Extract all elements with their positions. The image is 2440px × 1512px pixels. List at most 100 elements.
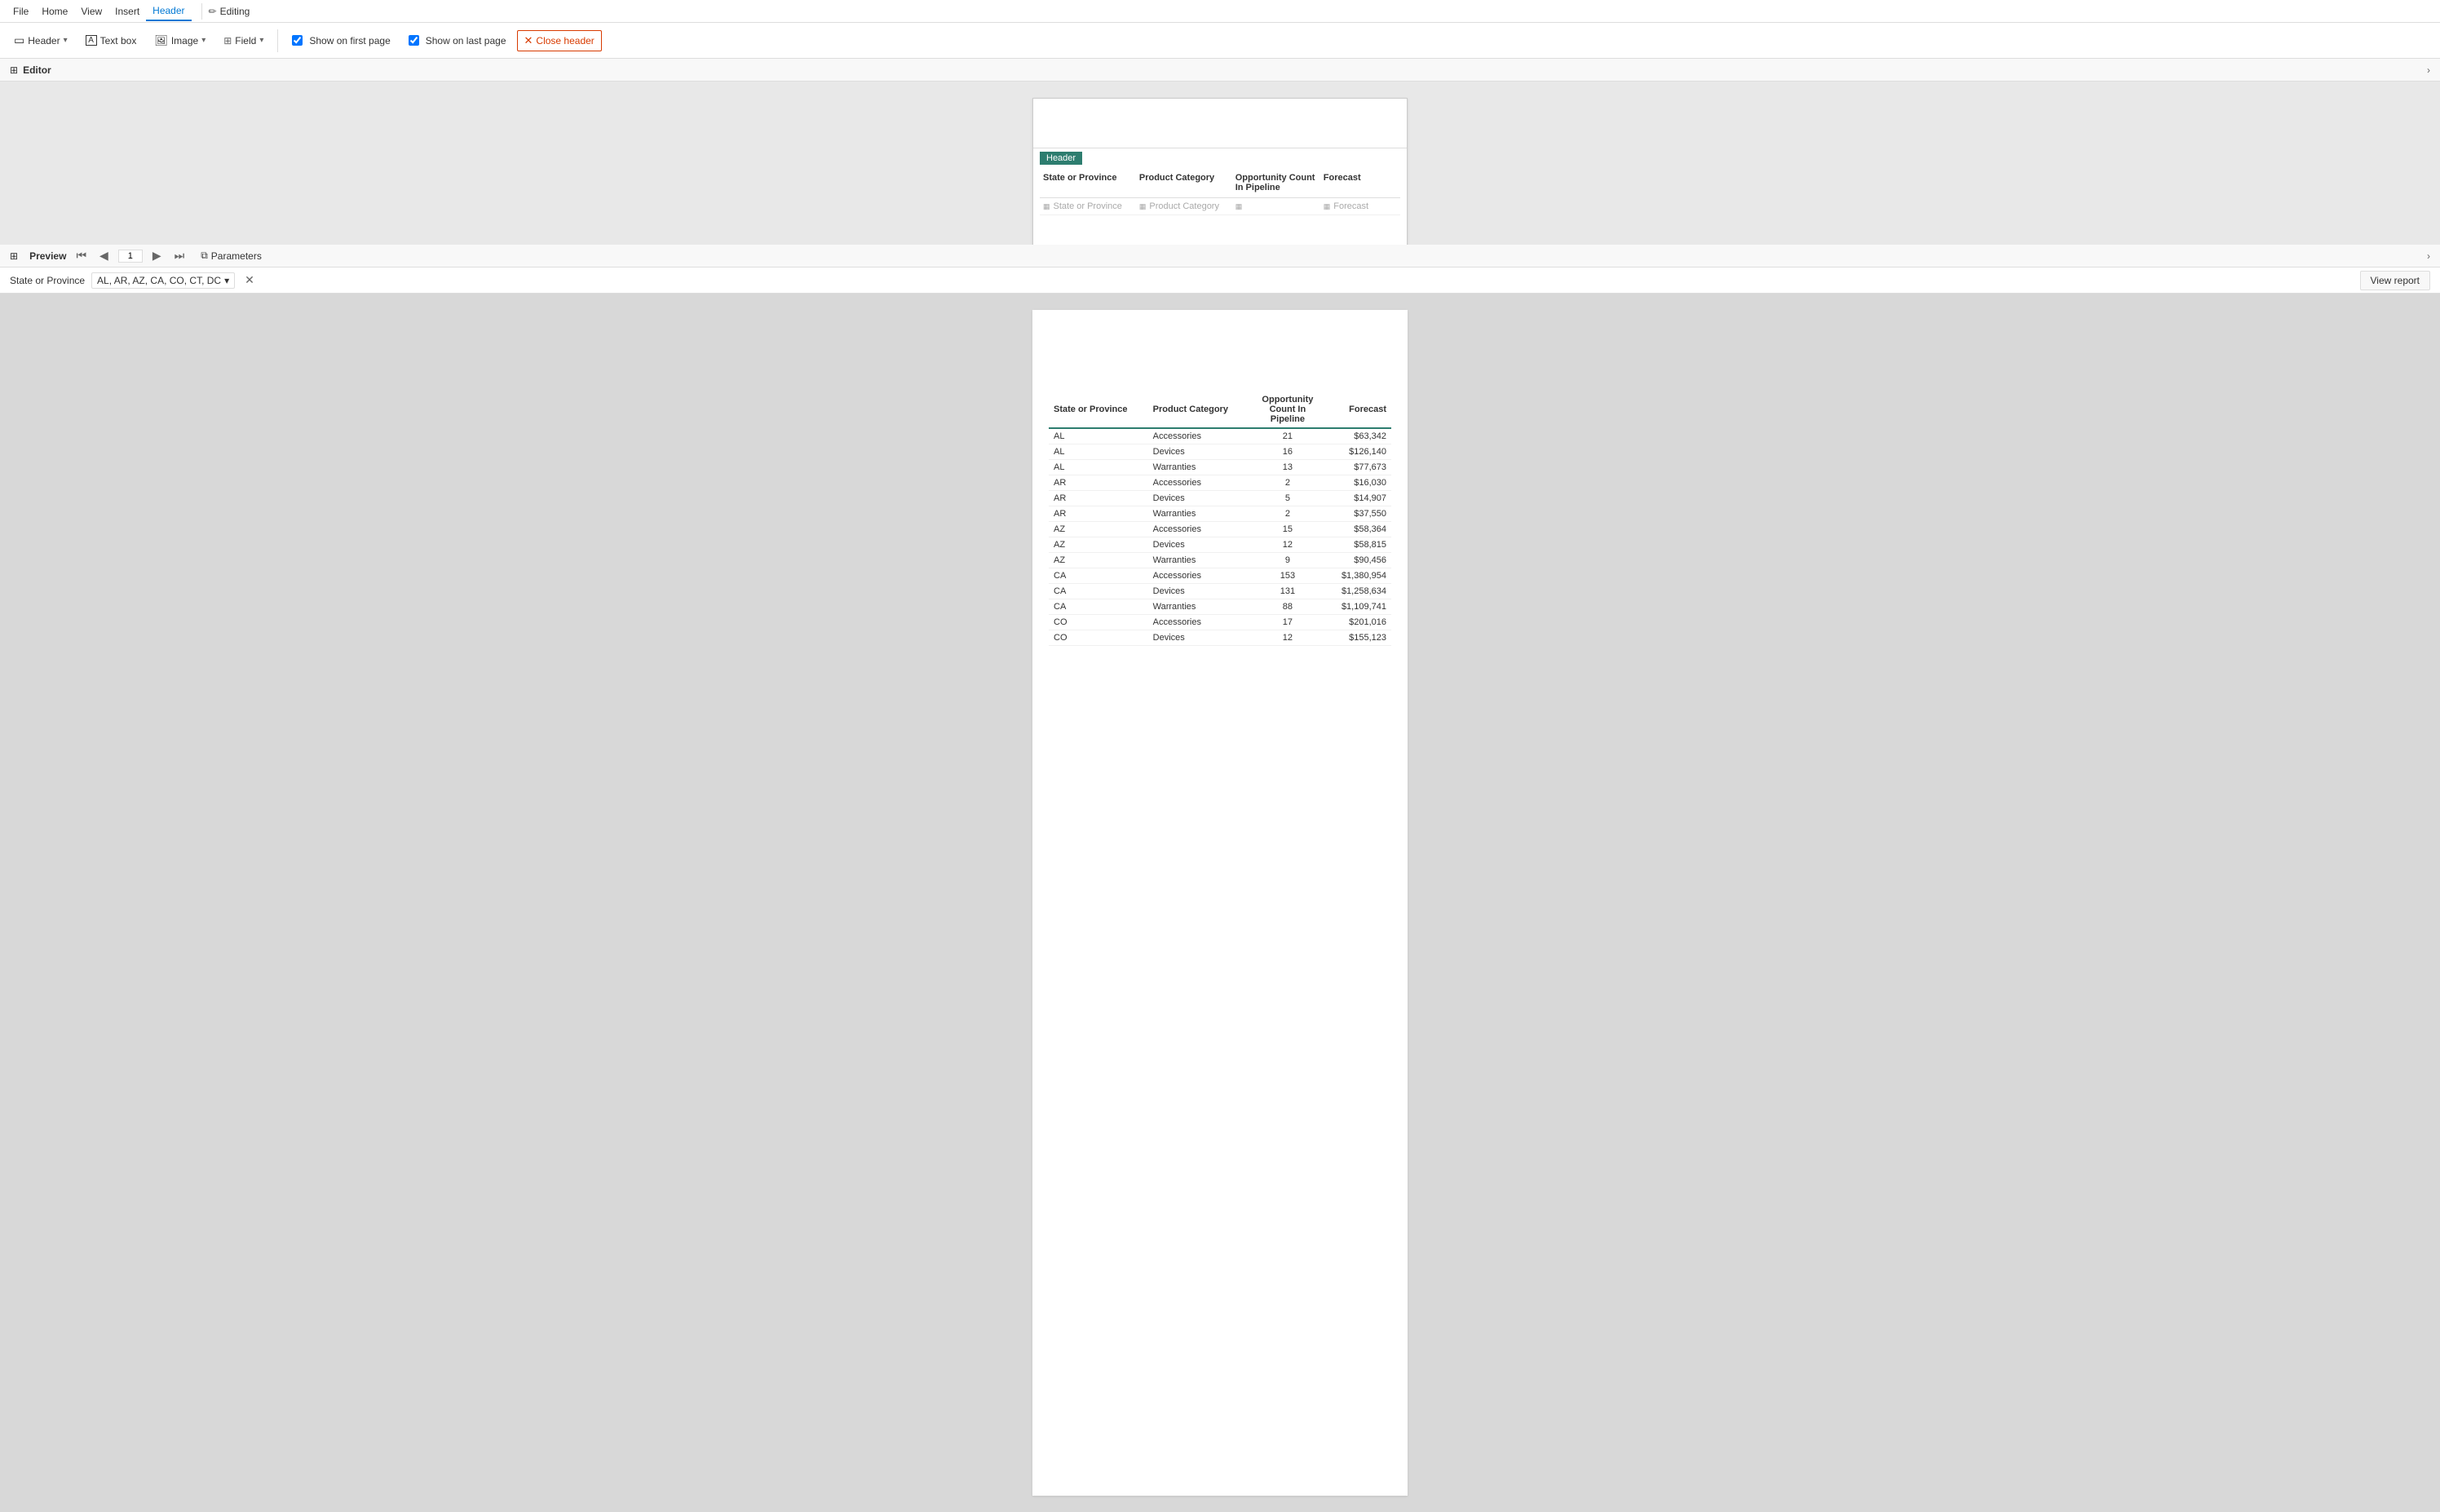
table-cell-3-2: 2 bbox=[1249, 475, 1326, 491]
expand-icon[interactable]: › bbox=[2427, 64, 2430, 76]
table-cell-6-0: AZ bbox=[1049, 522, 1148, 537]
show-first-page-toggle[interactable]: Show on first page bbox=[285, 31, 397, 51]
table-cell-0-0: AL bbox=[1049, 428, 1148, 444]
menu-home[interactable]: Home bbox=[35, 2, 74, 20]
menu-insert[interactable]: Insert bbox=[108, 2, 146, 20]
table-cell-9-3: $1,380,954 bbox=[1326, 568, 1391, 584]
header-badge: Header bbox=[1040, 152, 1082, 165]
col-header-0: State or Province bbox=[1040, 171, 1136, 194]
table-row: ARAccessories2$16,030 bbox=[1049, 475, 1391, 491]
nav-last-button[interactable]: ⏭ bbox=[171, 247, 188, 264]
table-cell-8-0: AZ bbox=[1049, 553, 1148, 568]
table-cell-0-3: $63,342 bbox=[1326, 428, 1391, 444]
field-icon-1: ▦ bbox=[1139, 202, 1147, 211]
preview-spacer bbox=[1049, 326, 1391, 391]
table-cell-6-1: Accessories bbox=[1148, 522, 1249, 537]
header-button[interactable]: ▭ Header ▾ bbox=[7, 29, 75, 51]
table-cell-2-1: Warranties bbox=[1148, 460, 1249, 475]
show-last-checkbox[interactable] bbox=[409, 35, 419, 46]
textbox-button[interactable]: A Text box bbox=[78, 31, 144, 51]
table-cell-6-2: 15 bbox=[1249, 522, 1326, 537]
nav-next-button[interactable]: ▶ bbox=[149, 247, 165, 264]
editor-grid-icon: ⊞ bbox=[10, 64, 18, 76]
state-param-select[interactable]: AL, AR, AZ, CA, CO, CT, DC ▾ bbox=[91, 272, 235, 289]
table-row: COAccessories17$201,016 bbox=[1049, 615, 1391, 630]
param-clear-button[interactable]: ✕ bbox=[245, 273, 254, 287]
table-cell-8-1: Warranties bbox=[1148, 553, 1249, 568]
table-row: ALWarranties13$77,673 bbox=[1049, 460, 1391, 475]
preview-header: ⊞ Preview ⏮ ◀ 1 ▶ ⏭ ⧉ Parameters › bbox=[0, 245, 2440, 267]
table-cell-7-3: $58,815 bbox=[1326, 537, 1391, 553]
table-cell-13-1: Devices bbox=[1148, 630, 1249, 646]
field-button[interactable]: ⊞ Field ▾ bbox=[216, 31, 271, 51]
show-last-label: Show on last page bbox=[426, 35, 506, 46]
table-cell-12-3: $201,016 bbox=[1326, 615, 1391, 630]
table-cell-12-0: CO bbox=[1049, 615, 1148, 630]
preview-grid-icon: ⊞ bbox=[10, 250, 18, 262]
field-chevron: ▾ bbox=[259, 36, 263, 45]
show-last-page-toggle[interactable]: Show on last page bbox=[401, 31, 514, 51]
table-cell-1-0: AL bbox=[1049, 444, 1148, 460]
table-cell-8-3: $90,456 bbox=[1326, 553, 1391, 568]
editor-title: Editor bbox=[23, 64, 51, 76]
table-row: AZDevices12$58,815 bbox=[1049, 537, 1391, 553]
table-cell-2-2: 13 bbox=[1249, 460, 1326, 475]
nav-prev-button[interactable]: ◀ bbox=[96, 247, 112, 264]
col-header-2: Opportunity Count In Pipeline bbox=[1232, 171, 1320, 194]
table-cell-10-3: $1,258,634 bbox=[1326, 584, 1391, 599]
menu-file[interactable]: File bbox=[7, 2, 35, 20]
parameters-button[interactable]: ⧉ Parameters bbox=[194, 248, 268, 263]
image-button[interactable]: 🖼 Image ▾ bbox=[147, 30, 213, 51]
table-cell-0-2: 21 bbox=[1249, 428, 1326, 444]
close-header-label: Close header bbox=[536, 35, 594, 46]
table-cell-5-2: 2 bbox=[1249, 506, 1326, 522]
preview-report: State or Province Product Category Oppor… bbox=[1032, 310, 1408, 1496]
table-cell-13-2: 12 bbox=[1249, 630, 1326, 646]
th-opportunity: Opportunity Count In Pipeline bbox=[1249, 391, 1326, 428]
menu-bar: File Home View Insert Header ✏ Editing bbox=[0, 0, 2440, 23]
placeholder-cell-1: ▦ Product Category bbox=[1136, 200, 1232, 213]
table-cell-7-2: 12 bbox=[1249, 537, 1326, 553]
table-cell-13-0: CO bbox=[1049, 630, 1148, 646]
table-row: AZAccessories15$58,364 bbox=[1049, 522, 1391, 537]
menu-header[interactable]: Header bbox=[146, 2, 191, 21]
table-cell-11-0: CA bbox=[1049, 599, 1148, 615]
field-label: Field bbox=[235, 35, 256, 46]
header-label: Header bbox=[28, 35, 60, 46]
table-cell-9-2: 153 bbox=[1249, 568, 1326, 584]
table-cell-12-1: Accessories bbox=[1148, 615, 1249, 630]
textbox-label: Text box bbox=[100, 35, 137, 46]
table-cell-1-2: 16 bbox=[1249, 444, 1326, 460]
params-bar: State or Province AL, AR, AZ, CA, CO, CT… bbox=[0, 267, 2440, 294]
nav-first-button[interactable]: ⏮ bbox=[73, 247, 90, 264]
image-chevron: ▾ bbox=[201, 36, 206, 45]
placeholder-cell-0: ▦ State or Province bbox=[1040, 200, 1136, 213]
table-cell-4-2: 5 bbox=[1249, 491, 1326, 506]
table-cell-5-0: AR bbox=[1049, 506, 1148, 522]
show-first-label: Show on first page bbox=[309, 35, 390, 46]
table-cell-5-1: Warranties bbox=[1148, 506, 1249, 522]
view-report-button[interactable]: View report bbox=[2360, 271, 2430, 290]
editor-area: Header State or Province Product Categor… bbox=[0, 82, 2440, 245]
ribbon-separator-1 bbox=[277, 29, 278, 52]
header-section[interactable]: Header State or Province Product Categor… bbox=[1033, 148, 1407, 219]
table-cell-10-2: 131 bbox=[1249, 584, 1326, 599]
state-param-value: AL, AR, AZ, CA, CO, CT, DC bbox=[97, 275, 221, 286]
table-cell-7-1: Devices bbox=[1148, 537, 1249, 553]
table-cell-2-3: $77,673 bbox=[1326, 460, 1391, 475]
field-icon-2: ▦ bbox=[1235, 202, 1243, 211]
menu-view[interactable]: View bbox=[74, 2, 108, 20]
image-icon: 🖼 bbox=[154, 34, 168, 47]
table-row: CAWarranties88$1,109,741 bbox=[1049, 599, 1391, 615]
col-header-1: Product Category bbox=[1136, 171, 1232, 194]
placeholder-cell-3: ▦ Forecast bbox=[1320, 200, 1400, 213]
page-number-input[interactable]: 1 bbox=[118, 250, 143, 263]
table-cell-4-0: AR bbox=[1049, 491, 1148, 506]
show-first-checkbox[interactable] bbox=[292, 35, 303, 46]
table-cell-11-2: 88 bbox=[1249, 599, 1326, 615]
pencil-icon: ✏ bbox=[209, 6, 217, 17]
table-cell-11-3: $1,109,741 bbox=[1326, 599, 1391, 615]
table-row: ARDevices5$14,907 bbox=[1049, 491, 1391, 506]
preview-expand-icon[interactable]: › bbox=[2427, 250, 2430, 262]
close-header-button[interactable]: ✕ Close header bbox=[517, 30, 602, 51]
